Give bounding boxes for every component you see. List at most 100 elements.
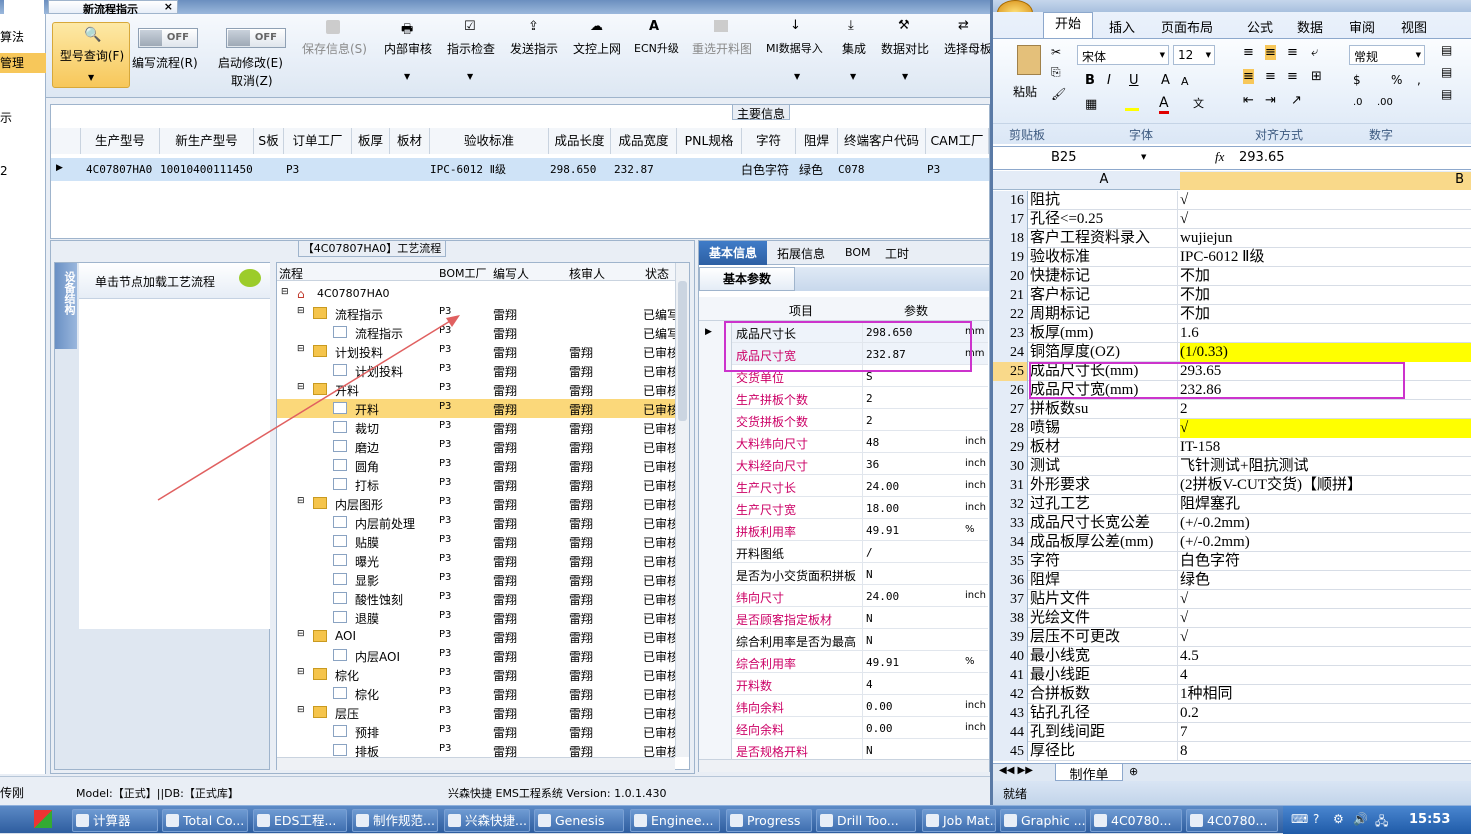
decrease-decimal-icon[interactable]: .00 (1377, 97, 1393, 108)
param-row[interactable]: 生产尺寸宽 18.00 inch (732, 497, 988, 519)
taskbar-item[interactable]: Drill Too... (816, 809, 916, 832)
cell-b[interactable]: 阻焊塞孔 (1180, 495, 1471, 514)
sheet-row[interactable]: 16 阻抗 √ (993, 191, 1471, 210)
model-query-button[interactable]: 🔍 型号查询(F) ▼ (52, 22, 130, 88)
row-number[interactable]: 31 (993, 476, 1028, 495)
styles-icon[interactable]: ▤ (1441, 43, 1452, 57)
sheet-row[interactable]: 29 板材 IT-158 (993, 438, 1471, 457)
row-number[interactable]: 16 (993, 191, 1028, 210)
cell-b[interactable]: 7 (1180, 723, 1471, 742)
mi-import-button[interactable]: MI数据导入 (766, 40, 823, 56)
col-length[interactable]: 成品长度 (549, 128, 611, 154)
format-painter-icon[interactable]: 🖌 (1051, 87, 1066, 101)
param-value[interactable]: 49.91 (866, 656, 899, 669)
scrollbar-thumb[interactable] (678, 281, 687, 421)
tab-insert[interactable]: 插入 (1109, 17, 1135, 36)
cell-a[interactable]: 铜箔厚度(OZ) (1030, 343, 1178, 362)
cell-a[interactable]: 层压不可更改 (1030, 628, 1178, 647)
tree-node[interactable]: ⊟ 层压 P3 雷翔 雷翔 已审核 (277, 703, 677, 722)
paste-label[interactable]: 粘贴 (1013, 83, 1037, 100)
cell-b[interactable]: 白色字符 (1180, 552, 1471, 571)
tab-formulas[interactable]: 公式 (1247, 17, 1273, 36)
cancel-button[interactable]: 取消(Z) (231, 72, 273, 89)
cell-a[interactable]: 钻孔孔径 (1030, 704, 1178, 723)
cell-b[interactable]: 2 (1180, 400, 1471, 419)
param-row[interactable]: 大料纬向尺寸 48 inch (732, 431, 988, 453)
shrink-font-icon[interactable]: A (1181, 75, 1189, 88)
cut-icon[interactable]: ✂ (1051, 45, 1061, 59)
cell-b[interactable]: IT-158 (1180, 438, 1471, 457)
param-value[interactable]: 4 (866, 678, 873, 691)
row-number[interactable]: 43 (993, 704, 1028, 723)
phonetic-icon[interactable]: 文 (1193, 95, 1204, 111)
param-value[interactable]: N (866, 744, 873, 757)
gear-icon[interactable]: ⚙ (1333, 812, 1344, 826)
cell-b[interactable]: 4 (1180, 666, 1471, 685)
row-number[interactable]: 19 (993, 248, 1028, 267)
param-row[interactable]: 是否规格开料 N (732, 739, 988, 761)
tree-node[interactable]: 预排 P3 雷翔 雷翔 已审核 (277, 722, 677, 741)
reselect-chart-button[interactable]: 重选开料图 (692, 40, 752, 57)
instruction-check-button[interactable]: 指示检查 (447, 40, 495, 57)
cell-b[interactable]: √ (1180, 590, 1471, 609)
sheet-row[interactable]: 32 过孔工艺 阻焊塞孔 (993, 495, 1471, 514)
wrap-text-icon[interactable]: ⤶ (1311, 45, 1318, 60)
volume-icon[interactable]: 🔊 (1353, 812, 1368, 826)
sidebar-item-algorithm[interactable]: 算法 (0, 28, 24, 45)
cell-a[interactable]: 成品尺寸长宽公差 (1030, 514, 1178, 533)
taskbar-item[interactable]: 计算器 (72, 809, 158, 832)
sheet-row[interactable]: 19 验收标准 IPC-6012 Ⅱ级 (993, 248, 1471, 267)
collapse-icon[interactable]: ⊟ (297, 629, 305, 639)
cell-b[interactable]: 绿色 (1180, 571, 1471, 590)
fill-color-icon[interactable] (1125, 97, 1139, 111)
col-width[interactable]: 成品宽度 (611, 128, 677, 154)
row-number[interactable]: 17 (993, 210, 1028, 229)
sheet-row[interactable]: 44 孔到线间距 7 (993, 723, 1471, 742)
insert-cells-icon[interactable]: ▤ (1441, 65, 1452, 79)
tree-node[interactable]: ⊟ 棕化 P3 雷翔 雷翔 已审核 (277, 665, 677, 684)
row-number[interactable]: 36 (993, 571, 1028, 590)
sheet-row[interactable]: 23 板厚(mm) 1.6 (993, 324, 1471, 343)
row-number[interactable]: 27 (993, 400, 1028, 419)
row-number[interactable]: 38 (993, 609, 1028, 628)
param-value[interactable]: N (866, 612, 873, 625)
param-value[interactable]: 0.00 (866, 722, 893, 735)
tab-review[interactable]: 审阅 (1349, 17, 1375, 36)
borders-icon[interactable]: ▦ (1085, 97, 1097, 112)
sheet-row[interactable]: 17 孔径<=0.25 √ (993, 210, 1471, 229)
paste-icon[interactable] (1017, 45, 1041, 75)
collapse-icon[interactable]: ⊟ (297, 705, 305, 715)
select-mother-button[interactable]: 选择母板 (944, 40, 992, 57)
align-bottom-icon[interactable]: ≡ (1287, 45, 1298, 60)
cell-b[interactable]: √ (1180, 191, 1471, 210)
sheet-row[interactable]: 30 测试 飞针测试+阻抗测试 (993, 457, 1471, 476)
param-row[interactable]: 综合利用率是否为最高 N (732, 629, 988, 651)
param-value[interactable]: 0.00 (866, 700, 893, 713)
auto-edit-toggle[interactable]: OFF (226, 28, 286, 48)
tree-root[interactable]: ⊟ ⌂ 4C07807HA0 (277, 285, 677, 304)
row-number[interactable]: 40 (993, 647, 1028, 666)
clock[interactable]: 15:53 (1409, 812, 1450, 827)
new-sheet-icon[interactable]: ⊕ (1129, 765, 1138, 778)
font-size-select[interactable]: 12 ▼ (1173, 45, 1215, 65)
tab-view[interactable]: 视图 (1401, 17, 1427, 36)
tree-node[interactable]: 显影 P3 雷翔 雷翔 已审核 (277, 570, 677, 589)
sidebar-item-2[interactable]: 2 (0, 164, 8, 178)
param-value[interactable]: 24.00 (866, 480, 899, 493)
col-char[interactable]: 字符 (742, 128, 796, 154)
tab-close-icon[interactable]: × (164, 0, 173, 13)
sheet-row[interactable]: 27 拼板数su 2 (993, 400, 1471, 419)
sheet-row[interactable]: 18 客户工程资料录入 wujiejun (993, 229, 1471, 248)
taskbar-item[interactable]: 4C0780... (1090, 809, 1182, 832)
cell-a[interactable]: 客户工程资料录入 (1030, 229, 1178, 248)
copy-icon[interactable]: ⎘ (1051, 65, 1061, 80)
sheet-row[interactable]: 39 层压不可更改 √ (993, 628, 1471, 647)
param-value[interactable]: 36 (866, 458, 879, 471)
col-model[interactable]: 生产型号 (81, 128, 160, 154)
increase-indent-icon[interactable]: ⇥ (1265, 93, 1276, 108)
collapse-icon[interactable]: ⊟ (281, 287, 289, 297)
tree-node[interactable]: 内层前处理 P3 雷翔 雷翔 已审核 (277, 513, 677, 532)
tab-data[interactable]: 数据 (1297, 17, 1323, 36)
sheet-row[interactable]: 20 快捷标记 不加 (993, 267, 1471, 286)
cell-b[interactable]: 不加 (1180, 286, 1471, 305)
